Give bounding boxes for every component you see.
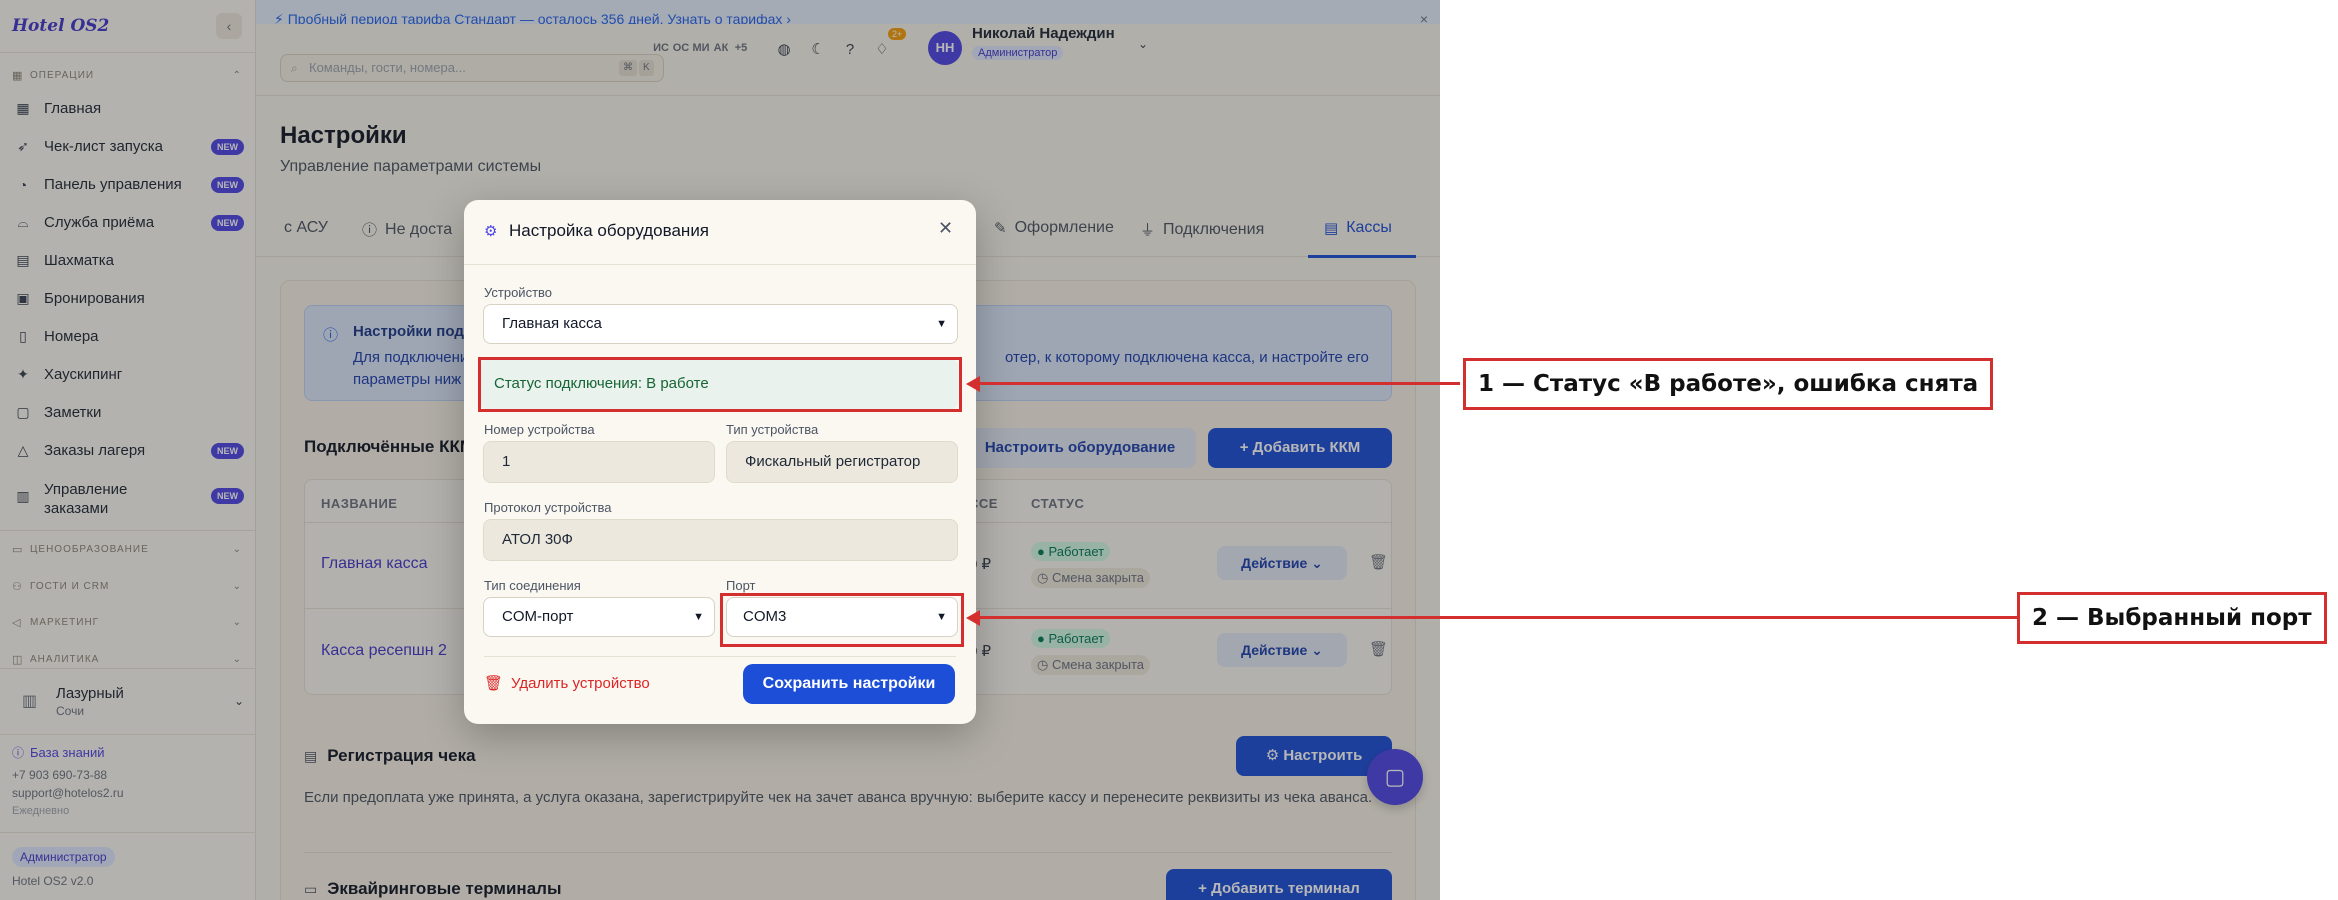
trash-icon: 🗑 — [484, 675, 504, 692]
close-icon[interactable]: ✕ — [938, 218, 953, 239]
device-number-label: Номер устройства — [484, 422, 595, 437]
annotation-arrow-2 — [978, 616, 2018, 619]
annotation-arrow-1 — [978, 382, 1460, 385]
highlight-status — [478, 357, 962, 412]
connection-type-label: Тип соединения — [484, 578, 581, 593]
chevron-down-icon: ▼ — [936, 318, 947, 330]
device-type-field[interactable]: Фискальный регистратор — [726, 441, 958, 483]
field-value: АТОЛ 30Ф — [502, 531, 573, 548]
device-number-field[interactable]: 1 — [483, 441, 715, 483]
arrowhead-icon — [966, 376, 980, 392]
field-value: Фискальный регистратор — [745, 453, 921, 470]
device-value: Главная касса — [502, 315, 602, 332]
equipment-settings-modal: ⚙ Настройка оборудования ✕ Устройство Гл… — [464, 200, 976, 724]
port-label: Порт — [726, 578, 756, 593]
modal-title: Настройка оборудования — [509, 221, 710, 240]
device-type-label: Тип устройства — [726, 422, 819, 437]
modal-divider — [484, 656, 956, 657]
highlight-port — [720, 593, 964, 647]
delete-label: Удалить устройство — [511, 674, 650, 692]
app-window: Hotel OS2 ‹ ▦ ОПЕРАЦИИ ⌃ ▦ Главная ➶ Чек… — [0, 0, 1440, 900]
delete-device-button[interactable]: 🗑 Удалить устройство — [484, 674, 650, 693]
connection-type-select[interactable]: COM-порт ▼ — [483, 597, 715, 637]
chevron-down-icon: ▼ — [693, 611, 704, 623]
modal-divider — [464, 264, 976, 265]
field-value: 1 — [502, 453, 511, 470]
save-settings-button[interactable]: Сохранить настройки — [743, 664, 955, 704]
protocol-field[interactable]: АТОЛ 30Ф — [483, 519, 958, 561]
device-select[interactable]: Главная касса ▼ — [483, 304, 958, 344]
gear-icon: ⚙ — [484, 223, 498, 240]
protocol-label: Протокол устройства — [484, 500, 612, 515]
annotation-callout-2: 2 — Выбранный порт — [2017, 592, 2327, 644]
annotation-callout-1: 1 — Статус «В работе», ошибка снята — [1463, 358, 1994, 410]
arrowhead-icon — [966, 610, 980, 626]
connection-type-value: COM-порт — [502, 608, 574, 625]
device-label: Устройство — [484, 285, 553, 300]
